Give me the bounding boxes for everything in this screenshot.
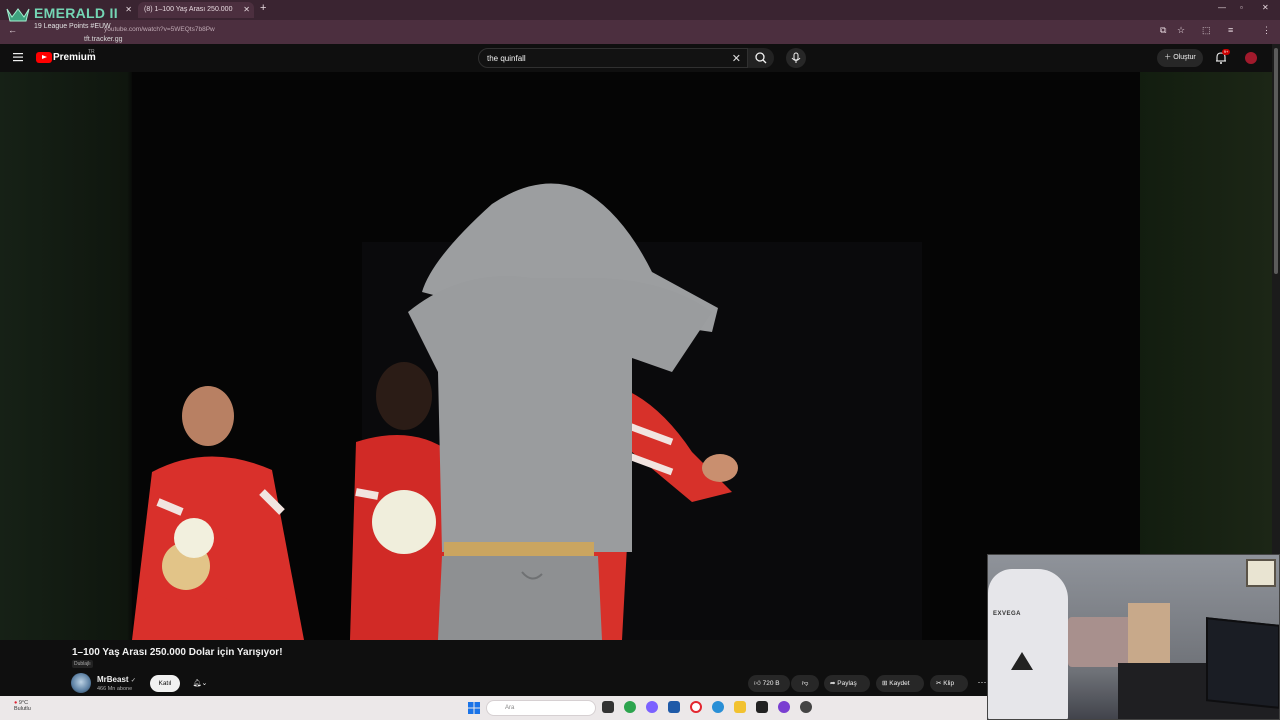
app-icon[interactable] [800, 701, 812, 713]
app-icon[interactable] [668, 701, 680, 713]
create-label: Oluştur [1173, 54, 1196, 61]
terminal-icon[interactable] [756, 701, 768, 713]
rank-overlay: EMERALD II 19 League Points #EUW tft.tra… [6, 3, 136, 43]
app-icon[interactable] [646, 701, 658, 713]
notification-count-badge: 9+ [1222, 49, 1230, 55]
like-button[interactable]: 👍︎ 720 B [748, 675, 790, 692]
rank-title: EMERALD II [34, 5, 118, 21]
weather-widget[interactable]: ● 9°C Bulutlu [14, 700, 31, 712]
opera-icon[interactable] [690, 701, 702, 713]
region-code: TR [88, 49, 95, 55]
tab-youtube[interactable]: (8) 1–100 Yaş Arası 250.000 ✕ [138, 2, 254, 18]
like-count: 720 B [762, 680, 780, 687]
webcam-monitor [1206, 617, 1279, 709]
ball [372, 490, 436, 554]
dislike-button[interactable]: 👎︎ [791, 675, 819, 692]
chevron-down-icon: ⌄ [201, 680, 208, 687]
chair-logo-icon [1011, 652, 1033, 670]
subscriber-count: 466 Mn abone [97, 686, 133, 692]
taskbar-search-placeholder: Ara [505, 705, 515, 711]
bell-icon: 🔔︎ [192, 680, 202, 687]
subscription-bell-button[interactable]: 🔔︎⌄ [186, 675, 214, 692]
scissors-icon: ✂ [936, 680, 942, 687]
search-button[interactable] [748, 48, 774, 68]
webcam-chair: EXVEGA [988, 569, 1068, 719]
app-icon[interactable] [778, 701, 790, 713]
save-label: Kaydet [889, 680, 910, 687]
save-button[interactable]: ⊞ Kaydet [876, 675, 924, 692]
hamburger-menu-icon[interactable] [12, 51, 24, 63]
share-icon: ➦ [830, 680, 836, 687]
webcam-window [1246, 559, 1276, 587]
tab-youtube-label: (8) 1–100 Yaş Arası 250.000 [144, 6, 233, 13]
clear-search-icon[interactable]: ✕ [732, 52, 741, 65]
minimize-button[interactable]: — [1218, 3, 1226, 12]
browser-tab-bar: ✕ (8) 1–100 Yaş Arası 250.000 ✕ + — ▫ ✕ [0, 0, 1280, 20]
weather-desc: Bulutlu [14, 706, 31, 712]
join-button[interactable]: Katıl [150, 675, 180, 692]
video-title: 1–100 Yaş Arası 250.000 Dolar için Yarış… [72, 647, 283, 658]
share-label: Paylaş [837, 680, 857, 687]
task-view-icon[interactable] [602, 701, 614, 713]
verified-icon: ✓ [130, 678, 136, 684]
clip-button[interactable]: ✂ Klip [930, 675, 968, 692]
bookmark-star-icon[interactable]: ☆ [1177, 25, 1185, 36]
chrome-icon[interactable] [624, 701, 636, 713]
scrollbar-thumb[interactable] [1274, 48, 1278, 274]
address-bar: ← youtube.com/watch?v=5WEQts7b8Pw ⧉ ☆ ⬚ … [0, 20, 1280, 44]
create-button[interactable]: ＋ Oluştur [1157, 49, 1203, 67]
microphone-icon [791, 52, 801, 63]
extensions-icon[interactable]: ⬚ [1202, 25, 1211, 36]
voice-search-button[interactable] [786, 48, 806, 68]
new-tab-button[interactable]: + [260, 2, 266, 14]
browser-menu-icon[interactable]: ⋮ [1262, 25, 1271, 36]
chair-brand-label: EXVEGA [993, 611, 1022, 617]
search-icon [755, 52, 767, 64]
channel-name[interactable]: MrBeast ✓ [97, 675, 136, 684]
youtube-masthead: Premium TR the quinfall ✕ ＋ Oluştur 9+ [0, 44, 1280, 72]
webcam-overlay: EXVEGA [987, 554, 1280, 720]
rank-site: tft.tracker.gg [84, 36, 123, 43]
cast-icon[interactable]: ⧉ [1160, 25, 1166, 36]
taskbar-search-input[interactable]: Ara [486, 700, 596, 716]
account-avatar[interactable] [1245, 52, 1257, 64]
close-window-button[interactable]: ✕ [1262, 3, 1269, 12]
plus-icon: ＋ [1164, 54, 1172, 61]
search-query: the quinfall [487, 54, 526, 63]
media-icon[interactable]: ≡ [1228, 25, 1233, 35]
ball [174, 518, 214, 558]
thumbs-up-icon: 👍︎ [754, 680, 761, 687]
save-icon: ⊞ [882, 680, 888, 687]
thumbs-down-icon: 👎︎ [801, 680, 809, 687]
webcam-shelf [1128, 603, 1170, 665]
edge-icon[interactable] [712, 701, 724, 713]
youtube-logo-icon[interactable] [36, 52, 52, 63]
close-tab-icon[interactable]: ✕ [243, 2, 250, 18]
clip-label: Klip [943, 680, 955, 687]
maximize-button[interactable]: ▫ [1240, 3, 1243, 12]
file-explorer-icon[interactable] [734, 701, 746, 713]
share-button[interactable]: ➦ Paylaş [824, 675, 870, 692]
channel-avatar[interactable] [71, 673, 91, 693]
search-input[interactable]: the quinfall ✕ [478, 48, 748, 68]
channel-name-label: MrBeast [97, 675, 129, 684]
rank-points: 19 League Points #EUW [34, 23, 111, 30]
dubbed-badge: Dublajlı [72, 660, 93, 668]
emerald-rank-icon [6, 8, 30, 22]
windows-start-icon[interactable] [468, 702, 480, 714]
